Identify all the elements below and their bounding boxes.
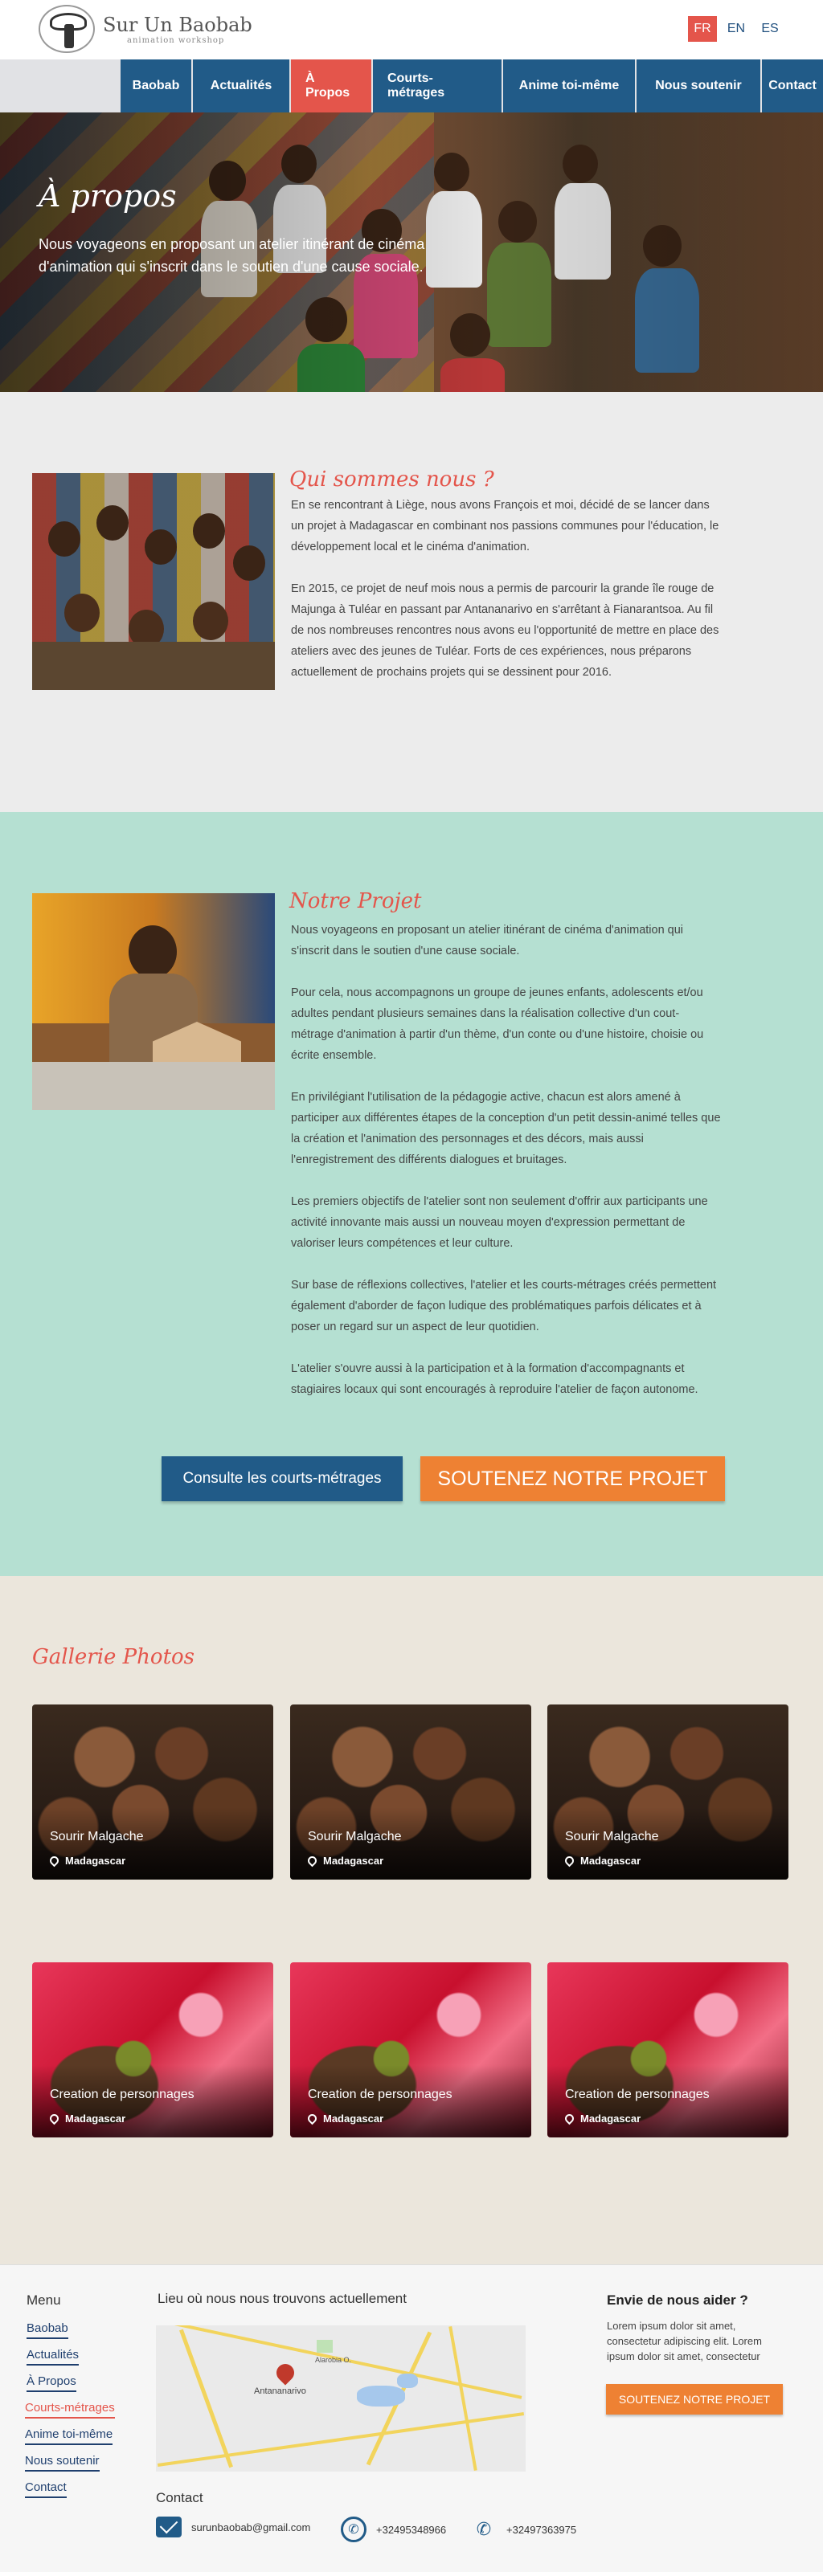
help-title: Envie de nous aider ? [607,2292,748,2308]
lang-es[interactable]: ES [755,16,784,42]
footer-menu-anime-toi-meme[interactable]: Anime toi-même [25,2427,113,2445]
location-title: Lieu où nous nous trouvons actuellement [158,2291,407,2306]
logo-subtitle: animation workshop [127,35,225,45]
footer-menu-courts-metrages[interactable]: Courts-métrages [25,2401,115,2419]
hero-subtitle: Nous voyageons en proposant un atelier i… [39,236,425,275]
location-pin-icon [563,2112,576,2125]
contact-phone[interactable]: ✆ +32497363975 [471,2517,576,2542]
about-paragraph: En 2015, ce projet de neuf mois nous a p… [291,582,719,679]
whatsapp-text: +32495348966 [376,2523,447,2536]
nav-item-baobab[interactable]: Baobab [121,59,191,112]
lang-fr[interactable]: FR [688,16,717,42]
phone-text: +32497363975 [506,2523,577,2536]
project-paragraph: Sur base de réflexions collectives, l'at… [291,1279,717,1333]
photo-gallery-section: Gallerie Photos Sourir Malgache Madagasc… [0,1576,823,2264]
footer-menu-nous-soutenir[interactable]: Nous soutenir [25,2454,100,2472]
location-pin-icon [305,2112,319,2125]
nav-item-actualites[interactable]: Actualités [193,59,289,112]
whatsapp-icon: ✆ [341,2517,366,2542]
project-text: Nous voyageons en proposant un atelier i… [291,920,722,1421]
hero-banner: À propos Nous voyageons en proposant un … [0,112,823,392]
email-icon [156,2517,182,2537]
phone-icon: ✆ [476,2519,492,2539]
gallery-card-location: Madagascar [65,1855,126,1867]
project-title: Notre Projet [289,889,422,913]
hero-title: À propos [39,178,177,214]
project-section: Notre Projet Nous voyageons en proposant… [0,812,823,1576]
contact-whatsapp[interactable]: ✆ +32495348966 [341,2517,446,2542]
gallery-title: Gallerie Photos [32,1645,195,1669]
support-project-button[interactable]: SOUTENEZ NOTRE PROJET [420,1456,725,1501]
logo-title: Sur Un Baobab [103,13,252,36]
map-city-label: Antananarivo [254,2386,306,2396]
project-paragraph: Pour cela, nous accompagnons un groupe d… [291,986,704,1062]
contact-title: Contact [156,2490,203,2505]
view-films-button[interactable]: Consulte les courts-métrages [162,1456,403,1501]
lang-en[interactable]: EN [722,16,751,42]
site-footer: Menu Baobab Actualités À Propos Courts-m… [0,2264,823,2572]
gallery-card-title: Sourir Malgache [308,1830,402,1843]
gallery-card[interactable]: Creation de personnages Madagascar [32,1962,273,2137]
nav-item-courts-metrages[interactable]: Courts-métrages [373,59,502,112]
about-text: En se rencontrant à Liège, nous avons Fr… [291,495,722,704]
gallery-card[interactable]: Sourir Malgache Madagascar [290,1704,531,1880]
nav-item-anime-toi-meme[interactable]: Anime toi-même [503,59,635,112]
contact-email[interactable]: surunbaobab@gmail.com [156,2517,310,2537]
about-group-photo [32,473,275,690]
map-marker-icon[interactable] [272,2360,298,2386]
baobab-logo-icon [39,5,95,53]
site-logo[interactable]: Sur Un Baobab animation workshop [39,5,252,53]
nav-item-nous-soutenir[interactable]: Nous soutenir [637,59,760,112]
gallery-card-title: Creation de personnages [50,2088,194,2101]
footer-support-button[interactable]: SOUTENEZ NOTRE PROJET [606,2384,783,2415]
language-switcher: FR EN ES [683,16,784,42]
location-pin-icon [47,2112,61,2125]
project-paragraph: Nous voyageons en proposant un atelier i… [291,924,684,957]
nav-item-contact[interactable]: Contact [762,59,823,112]
about-title: Qui sommes nous ? [289,467,494,492]
gallery-card[interactable]: Creation de personnages Madagascar [547,1962,788,2137]
location-pin-icon [47,1854,61,1868]
gallery-card[interactable]: Sourir Malgache Madagascar [32,1704,273,1880]
gallery-card-title: Creation de personnages [565,2088,710,2101]
footer-menu-baobab[interactable]: Baobab [27,2321,68,2339]
footer-menu-contact[interactable]: Contact [25,2480,67,2498]
gallery-card-location: Madagascar [65,2113,126,2125]
project-workshop-photo [32,893,275,1110]
gallery-card-location: Madagascar [580,1855,641,1867]
help-text: Lorem ipsum dolor sit amet, consectetur … [607,2320,762,2362]
footer-menu-title: Menu [27,2292,61,2308]
about-section: Qui sommes nous ? En se rencontrant à Li… [0,392,823,812]
gallery-card-location: Madagascar [323,1855,384,1867]
location-pin-icon [305,1854,319,1868]
email-text: surunbaobab@gmail.com [191,2521,311,2533]
location-map[interactable]: Antananarivo Alarobia O. [156,2325,526,2472]
main-nav: Baobab Actualités À Propos Courts-métrag… [0,59,823,112]
project-paragraph: Les premiers objectifs de l'atelier sont… [291,1195,708,1250]
gallery-card-location: Madagascar [580,2113,641,2125]
map-district-label: Alarobia O. [315,2356,352,2364]
about-paragraph: En se rencontrant à Liège, nous avons Fr… [291,499,719,553]
project-paragraph: En privilégiant l'utilisation de la péda… [291,1091,721,1166]
gallery-card-title: Sourir Malgache [565,1830,659,1843]
location-pin-icon [563,1854,576,1868]
gallery-card-location: Madagascar [323,2113,384,2125]
nav-item-a-propos[interactable]: À Propos [291,59,371,112]
site-header: Sur Un Baobab animation workshop FR EN E… [0,0,823,59]
gallery-card-title: Sourir Malgache [50,1830,144,1843]
gallery-card[interactable]: Sourir Malgache Madagascar [547,1704,788,1880]
footer-menu-a-propos[interactable]: À Propos [27,2374,76,2392]
gallery-card-title: Creation de personnages [308,2088,452,2101]
footer-menu-actualites[interactable]: Actualités [27,2348,80,2366]
project-paragraph: L'atelier s'ouvre aussi à la participati… [291,1362,698,1396]
gallery-card[interactable]: Creation de personnages Madagascar [290,1962,531,2137]
